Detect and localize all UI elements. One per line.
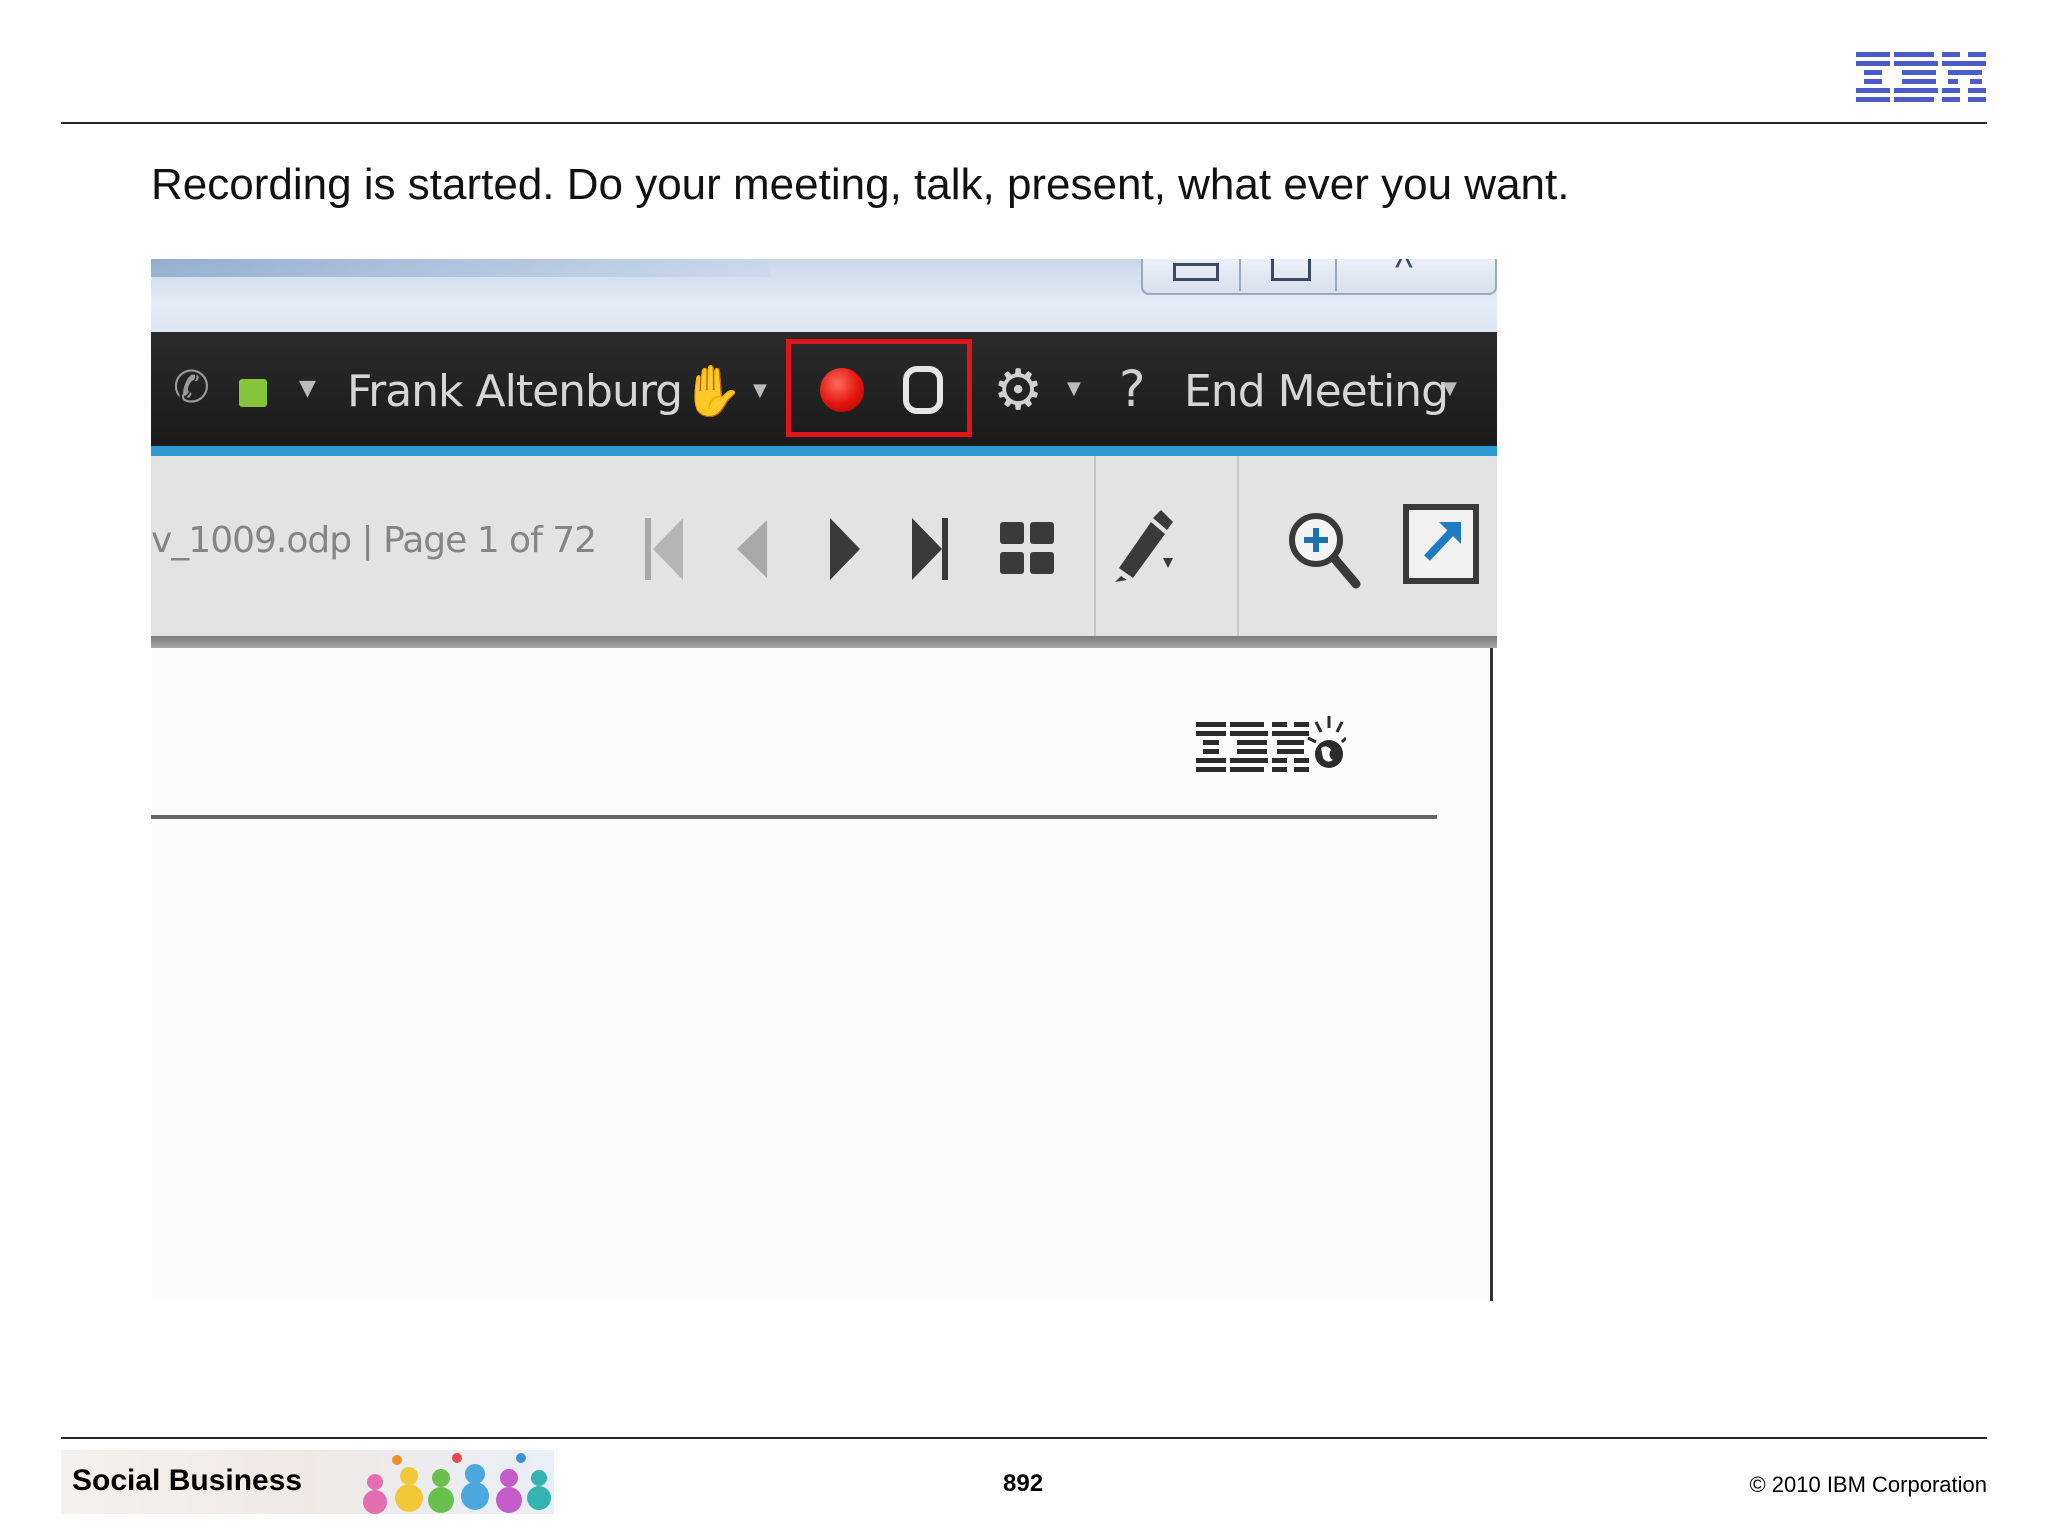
- copyright: © 2010 IBM Corporation: [1749, 1472, 1987, 1497]
- hand-chevron-down-icon[interactable]: ▼: [753, 380, 767, 401]
- user-name[interactable]: Frank Altenburg: [347, 366, 683, 417]
- record-icon[interactable]: [820, 368, 864, 412]
- help-icon[interactable]: ?: [1119, 360, 1146, 418]
- settings-chevron-down-icon[interactable]: ▼: [1067, 378, 1081, 399]
- last-page-icon[interactable]: [908, 516, 952, 582]
- window-titlebar: [151, 259, 1497, 332]
- page-number: 892: [1003, 1470, 1044, 1497]
- first-page-icon[interactable]: [643, 516, 687, 582]
- footer-banner: Social Business: [61, 1450, 554, 1514]
- next-page-icon[interactable]: [826, 516, 862, 582]
- status-indicator[interactable]: [239, 379, 267, 407]
- gear-icon[interactable]: ⚙: [993, 358, 1043, 423]
- thumbnails-icon[interactable]: [998, 520, 1058, 578]
- maximize-button[interactable]: [1239, 259, 1337, 291]
- ibm-logo: [1856, 52, 1986, 102]
- people-illustration: [363, 1453, 551, 1514]
- footer-label: Social Business: [72, 1464, 303, 1497]
- popout-icon[interactable]: [1403, 504, 1481, 586]
- page-indicator: v_1009.odp | Page 1 of 72: [151, 520, 597, 561]
- header-rule: [61, 122, 1987, 124]
- previous-page-icon[interactable]: [735, 518, 769, 580]
- status-chevron-down-icon[interactable]: ▼: [299, 376, 316, 401]
- minimize-button[interactable]: [1143, 259, 1241, 291]
- footer-rule: [61, 1437, 1987, 1439]
- slide-preview: [151, 648, 1497, 1301]
- phone-icon[interactable]: ✆: [173, 362, 210, 413]
- end-meeting-button[interactable]: End Meeting: [1184, 366, 1449, 417]
- window-controls: [1141, 259, 1497, 295]
- slide-headline: Recording is started. Do your meeting, t…: [151, 160, 1570, 209]
- nav-divider: [151, 636, 1497, 648]
- toolbar-accent: [151, 446, 1497, 456]
- pen-icon[interactable]: [1111, 506, 1175, 586]
- stop-recording-icon[interactable]: [903, 366, 943, 414]
- close-button[interactable]: [1335, 259, 1493, 291]
- preview-border: [1490, 648, 1493, 1301]
- zoom-in-icon[interactable]: [1286, 510, 1362, 590]
- ibm-globe-logo: [1196, 716, 1346, 772]
- raise-hand-icon[interactable]: ✋: [681, 362, 743, 421]
- meeting-screenshot: ✆ ▼ Frank Altenburg ✋ ▼ ⚙ ▼ ? End Meetin…: [151, 259, 1497, 1301]
- slide-preview-rule: [151, 815, 1437, 819]
- meeting-toolbar: ✆ ▼ Frank Altenburg ✋ ▼ ⚙ ▼ ? End Meetin…: [151, 332, 1497, 446]
- presentation-nav: v_1009.odp | Page 1 of 72: [151, 456, 1497, 636]
- recording-controls-highlight: [786, 339, 972, 437]
- end-meeting-chevron-down-icon[interactable]: ▼: [1443, 378, 1457, 399]
